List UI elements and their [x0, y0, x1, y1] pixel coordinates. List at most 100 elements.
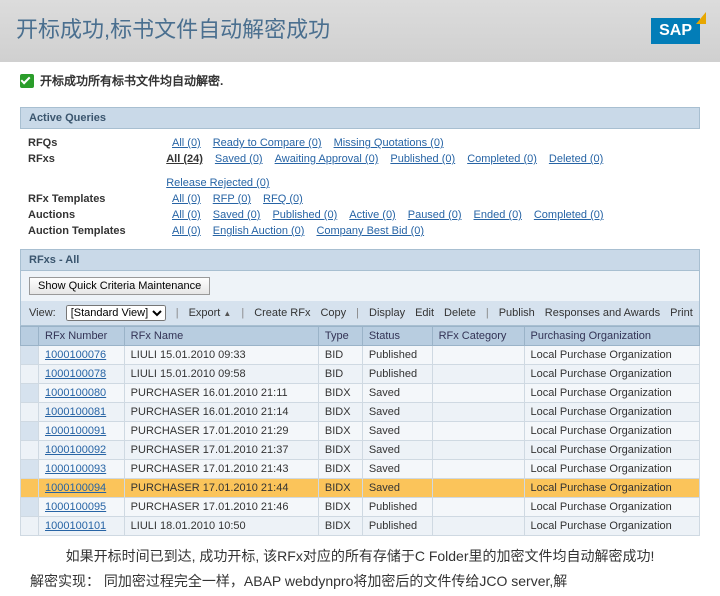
row-selector[interactable] [21, 517, 39, 536]
display-button[interactable]: Display [369, 307, 405, 319]
query-link[interactable]: RFQ (0) [263, 193, 303, 205]
rfx-number-link[interactable]: 1000100093 [45, 463, 106, 475]
copy-button[interactable]: Copy [320, 307, 346, 319]
cell-status: Published [362, 517, 432, 536]
query-link[interactable]: Awaiting Approval (0) [275, 153, 379, 165]
row-selector[interactable] [21, 365, 39, 384]
active-queries-title: Active Queries [20, 107, 700, 129]
cell-cat [432, 365, 524, 384]
col-header[interactable]: RFx Number [39, 327, 125, 346]
cell-name: PURCHASER 16.01.2010 21:14 [124, 403, 318, 422]
query-link[interactable]: Ready to Compare (0) [213, 137, 322, 149]
table-row[interactable]: 1000100095 PURCHASER 17.01.2010 21:46BIDX… [21, 498, 700, 517]
rfx-number-link[interactable]: 1000100080 [45, 387, 106, 399]
view-label: View: [29, 307, 56, 319]
query-link[interactable]: Ended (0) [474, 209, 522, 221]
row-selector[interactable] [21, 498, 39, 517]
query-label: RFxs [28, 153, 142, 189]
query-link[interactable]: Paused (0) [408, 209, 462, 221]
cell-cat [432, 517, 524, 536]
row-selector[interactable] [21, 403, 39, 422]
table-row[interactable]: 1000100094PURCHASER 17.01.2010 21:44BIDX… [21, 479, 700, 498]
query-link[interactable]: All (0) [172, 137, 201, 149]
query-link[interactable]: Saved (0) [215, 153, 263, 165]
table-row[interactable]: 1000100076LIULI 15.01.2010 09:33BIDPubli… [21, 346, 700, 365]
query-row: AuctionsAll (0)Saved (0)Published (0)Act… [28, 207, 692, 223]
cell-cat [432, 422, 524, 441]
cell-type: BIDX [318, 498, 362, 517]
cell-cat [432, 479, 524, 498]
responses-button[interactable]: Responses and Awards [545, 307, 660, 319]
rfx-number-link[interactable]: 1000100092 [45, 444, 106, 456]
status-section: 开标成功所有标书文件均自动解密. [0, 62, 720, 95]
query-link[interactable]: Release Rejected (0) [166, 177, 269, 189]
rfx-number-link[interactable]: 1000100076 [45, 349, 106, 361]
cell-cat [432, 498, 524, 517]
cell-type: BIDX [318, 517, 362, 536]
row-selector[interactable] [21, 422, 39, 441]
row-selector[interactable] [21, 441, 39, 460]
col-header[interactable]: RFx Category [432, 327, 524, 346]
rfx-number-link[interactable]: 1000100094 [45, 482, 106, 494]
cell-cat [432, 346, 524, 365]
rfx-number-link[interactable]: 1000100095 [45, 501, 106, 513]
cell-cat [432, 403, 524, 422]
query-link[interactable]: Saved (0) [213, 209, 261, 221]
cell-name: PURCHASER 17.01.2010 21:46 [124, 498, 318, 517]
query-link[interactable]: All (0) [172, 209, 201, 221]
row-selector[interactable] [21, 460, 39, 479]
table-row[interactable]: 1000100101LIULI 18.01.2010 10:50BIDXPubl… [21, 517, 700, 536]
cell-status: Saved [362, 460, 432, 479]
edit-button[interactable]: Edit [415, 307, 434, 319]
row-selector[interactable] [21, 479, 39, 498]
query-row: RFxs All (24) Saved (0) Awaiting Approval (… [28, 151, 692, 191]
query-link[interactable]: All (0) [172, 193, 201, 205]
cell-org: Local Purchase Organization [524, 384, 699, 403]
row-selector[interactable] [21, 384, 39, 403]
cell-org: Local Purchase Organization [524, 498, 699, 517]
cell-org: Local Purchase Organization [524, 441, 699, 460]
cell-type: BIDX [318, 479, 362, 498]
table-row[interactable]: 1000100080PURCHASER 16.01.2010 21:11BIDX… [21, 384, 700, 403]
criteria-row: Show Quick Criteria Maintenance [20, 271, 700, 301]
cell-org: Local Purchase Organization [524, 403, 699, 422]
col-header[interactable]: RFx Name [124, 327, 318, 346]
footer-note-2: 解密实现： 同加密过程完全一样，ABAP webdynpro将加密后的文件传给J… [0, 569, 720, 596]
export-button[interactable]: Export ▲ [189, 307, 232, 319]
query-link[interactable]: All (0) [172, 225, 201, 237]
query-link[interactable]: Deleted (0) [549, 153, 603, 165]
query-link[interactable]: All (24) [166, 153, 203, 165]
cell-name: LIULI 15.01.2010 09:33 [124, 346, 318, 365]
sap-logo: SAP [651, 18, 700, 44]
row-selector[interactable] [21, 346, 39, 365]
rfx-number-link[interactable]: 1000100101 [45, 520, 106, 532]
table-row[interactable]: 1000100092PURCHASER 17.01.2010 21:37BIDX… [21, 441, 700, 460]
cell-org: Local Purchase Organization [524, 422, 699, 441]
col-header[interactable]: Status [362, 327, 432, 346]
table-row[interactable]: 1000100093PURCHASER 17.01.2010 21:43BIDX… [21, 460, 700, 479]
col-header[interactable]: Purchasing Organization [524, 327, 699, 346]
publish-button[interactable]: Publish [499, 307, 535, 319]
query-link[interactable]: Completed (0) [467, 153, 537, 165]
query-link[interactable]: Published (0) [272, 209, 337, 221]
rfx-number-link[interactable]: 1000100091 [45, 425, 106, 437]
create-rfx-button[interactable]: Create RFx [254, 307, 310, 319]
query-link[interactable]: Missing Quotations (0) [334, 137, 444, 149]
rfx-number-link[interactable]: 1000100081 [45, 406, 106, 418]
table-row[interactable]: 1000100091PURCHASER 17.01.2010 21:29BIDX… [21, 422, 700, 441]
cell-type: BIDX [318, 384, 362, 403]
table-row[interactable]: 1000100078LIULI 15.01.2010 09:58BIDPubli… [21, 365, 700, 384]
print-button[interactable]: Print [670, 307, 693, 319]
col-header[interactable]: Type [318, 327, 362, 346]
delete-button[interactable]: Delete [444, 307, 476, 319]
query-link[interactable]: Completed (0) [534, 209, 604, 221]
show-criteria-button[interactable]: Show Quick Criteria Maintenance [29, 277, 210, 295]
query-link[interactable]: Active (0) [349, 209, 395, 221]
rfx-number-link[interactable]: 1000100078 [45, 368, 106, 380]
view-select[interactable]: [Standard View] [66, 305, 166, 321]
query-link[interactable]: Published (0) [390, 153, 455, 165]
query-link[interactable]: English Auction (0) [213, 225, 305, 237]
query-link[interactable]: RFP (0) [213, 193, 251, 205]
table-row[interactable]: 1000100081PURCHASER 16.01.2010 21:14BIDX… [21, 403, 700, 422]
query-link[interactable]: Company Best Bid (0) [316, 225, 424, 237]
